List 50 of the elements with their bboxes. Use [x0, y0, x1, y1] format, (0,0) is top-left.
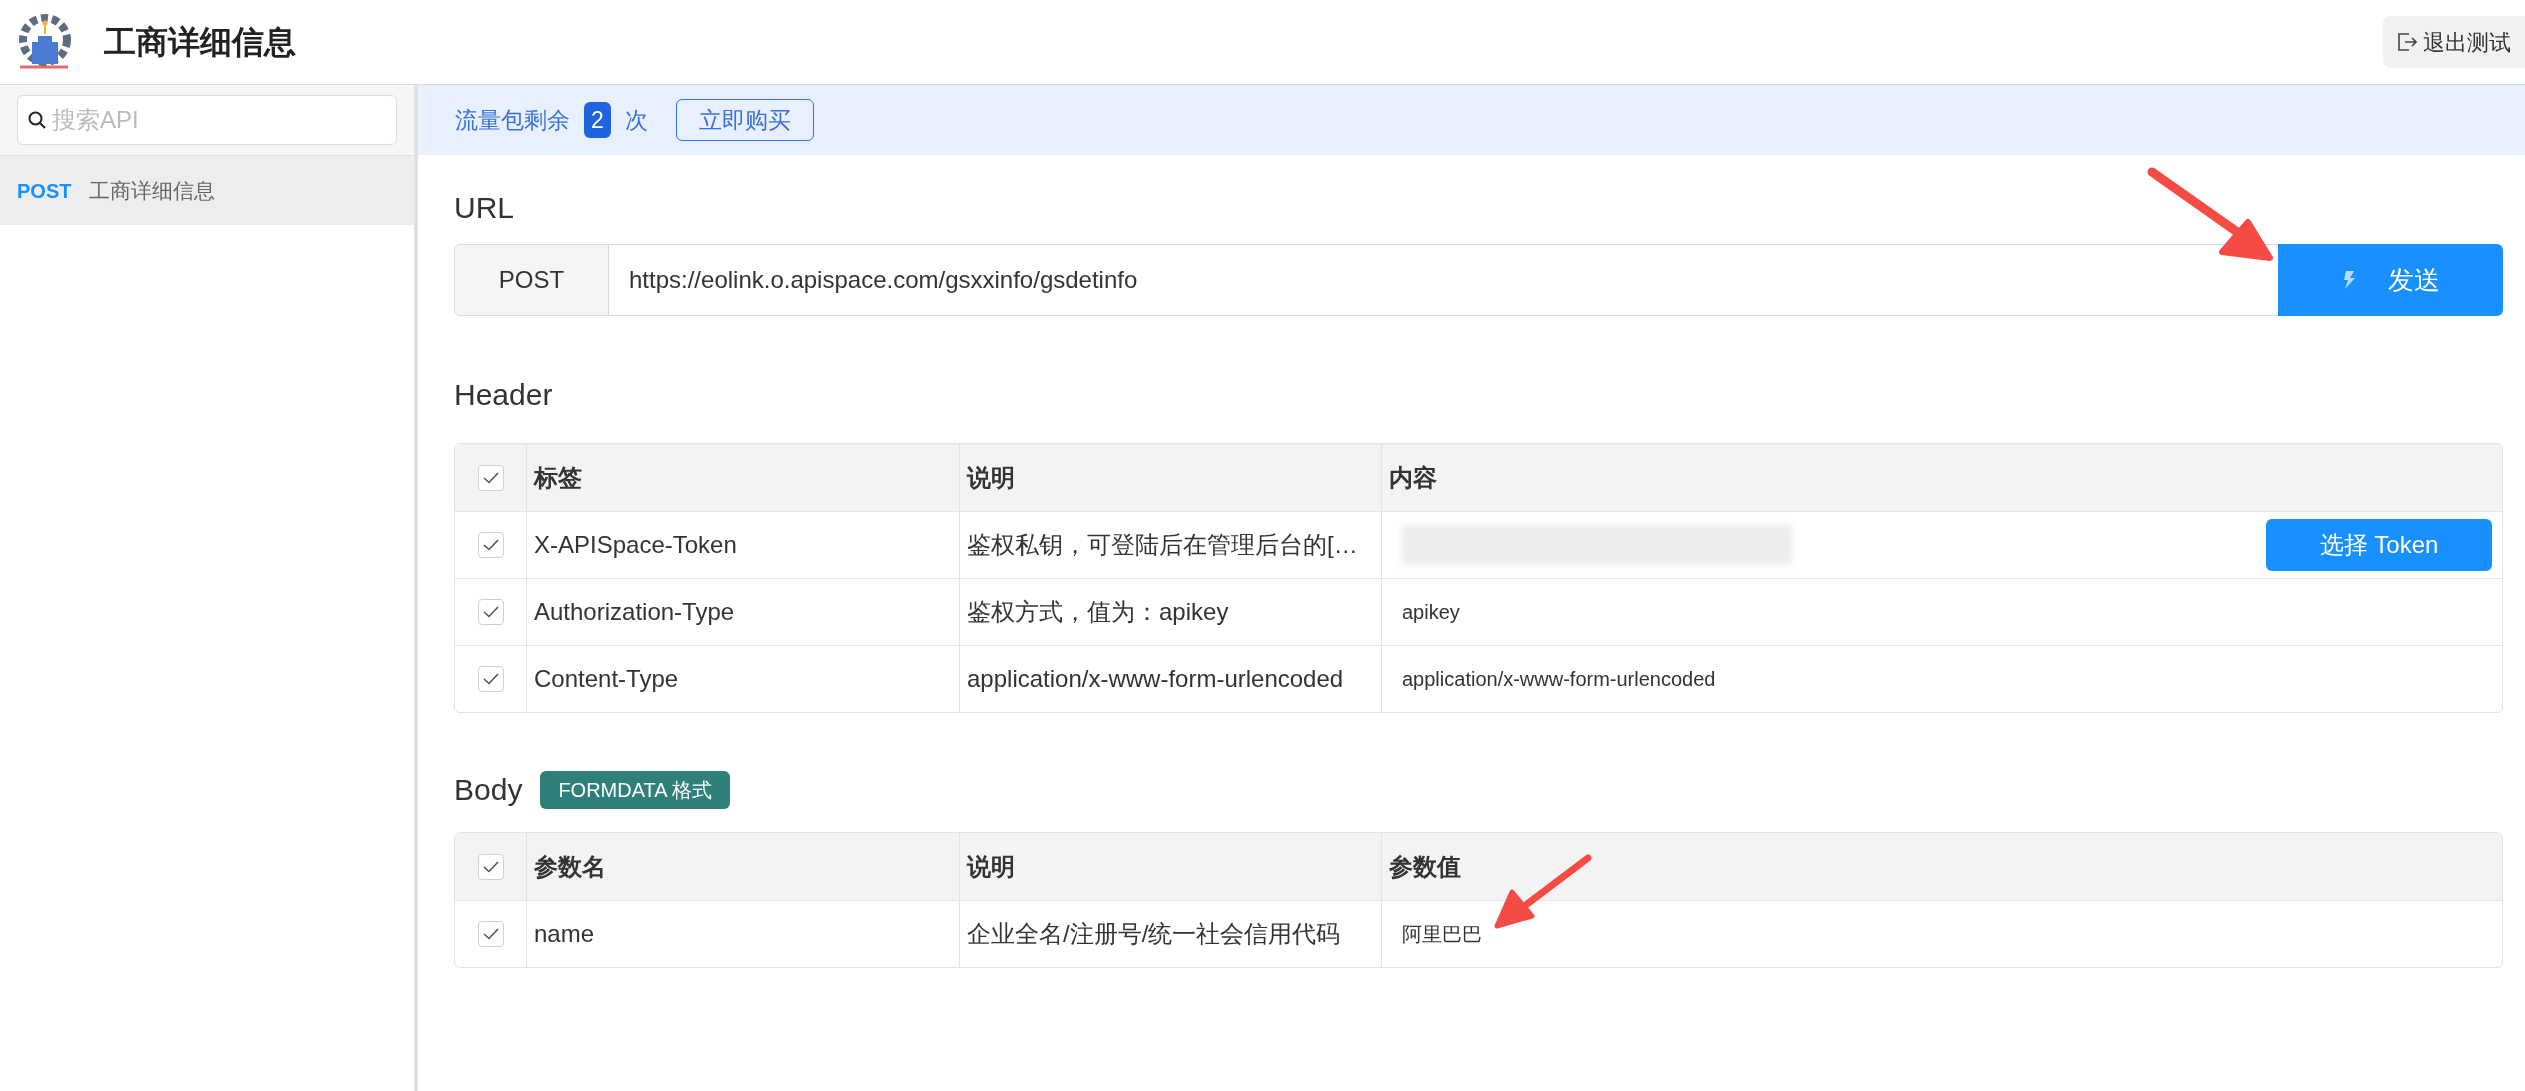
exit-icon	[2397, 32, 2417, 52]
api-name: 工商详细信息	[89, 177, 216, 204]
checkbox[interactable]	[477, 666, 504, 692]
table-cell-text: name	[534, 919, 595, 949]
table-cell-text: Authorization-Type	[534, 597, 735, 627]
section-heading: Body	[454, 772, 523, 808]
table-cell-text: 阿里巴巴	[1402, 922, 1482, 947]
checkmark-icon	[482, 606, 499, 618]
api-list-item[interactable]: POST 工商详细信息	[0, 155, 414, 225]
column-header: 说明	[967, 851, 1015, 882]
lightning-icon	[2341, 270, 2356, 290]
table-cell-text: application/x-www-form-urlencoded	[1402, 667, 1716, 692]
table-cell-text: 企业全名/注册号/统一社会信用代码	[967, 919, 1341, 949]
quota-unit: 次	[624, 105, 648, 135]
format-badge: FORMDATA 格式	[540, 770, 731, 809]
url-input[interactable]: https://eolink.o.apispace.com/gsxxinfo/gsdetinfo	[609, 244, 2278, 316]
section-heading: Header	[454, 377, 554, 413]
select-token-button[interactable]: 选择 Token	[2266, 519, 2492, 571]
column-header: 内容	[1389, 462, 1437, 493]
table-cell-text: 鉴权方式，值为：apikey	[967, 597, 1229, 627]
table-cell-text: 鉴权私钥，可登陆后在管理后台的[…	[967, 530, 1358, 560]
checkmark-icon	[482, 471, 499, 484]
table-cell-text: application/x-www-form-urlencoded	[967, 664, 1344, 694]
method-field[interactable]: POST	[454, 244, 609, 316]
column-header: 标签	[534, 462, 582, 493]
table-cell-text: Content-Type	[534, 664, 679, 694]
checkmark-icon	[482, 860, 499, 873]
gear-building-logo-icon	[16, 12, 74, 72]
send-button[interactable]: 发送	[2278, 244, 2503, 316]
buy-now-button[interactable]: 立即购买	[675, 99, 814, 141]
checkbox[interactable]	[477, 853, 504, 880]
method-label: POST	[17, 178, 72, 204]
column-header: 说明	[967, 462, 1015, 493]
exit-test-button[interactable]: 退出测试	[2383, 16, 2525, 68]
table-cell-text: X-APISpace-Token	[534, 530, 737, 560]
search-field[interactable]: 搜索API	[17, 95, 397, 145]
checkbox[interactable]	[477, 921, 504, 947]
quota-label: 流量包剩余	[455, 105, 570, 135]
section-heading: URL	[454, 190, 515, 226]
checkmark-icon	[482, 928, 499, 940]
page-title: 工商详细信息	[104, 23, 296, 62]
checkmark-icon	[482, 539, 499, 551]
checkmark-icon	[482, 673, 499, 685]
checkbox[interactable]	[477, 464, 504, 491]
column-header: 参数值	[1389, 851, 1461, 882]
checkbox[interactable]	[477, 599, 504, 625]
table-cell-text: apikey	[1402, 600, 1460, 625]
quota-count: 2	[584, 102, 611, 138]
column-header: 参数名	[534, 851, 606, 882]
checkbox[interactable]	[477, 532, 504, 558]
